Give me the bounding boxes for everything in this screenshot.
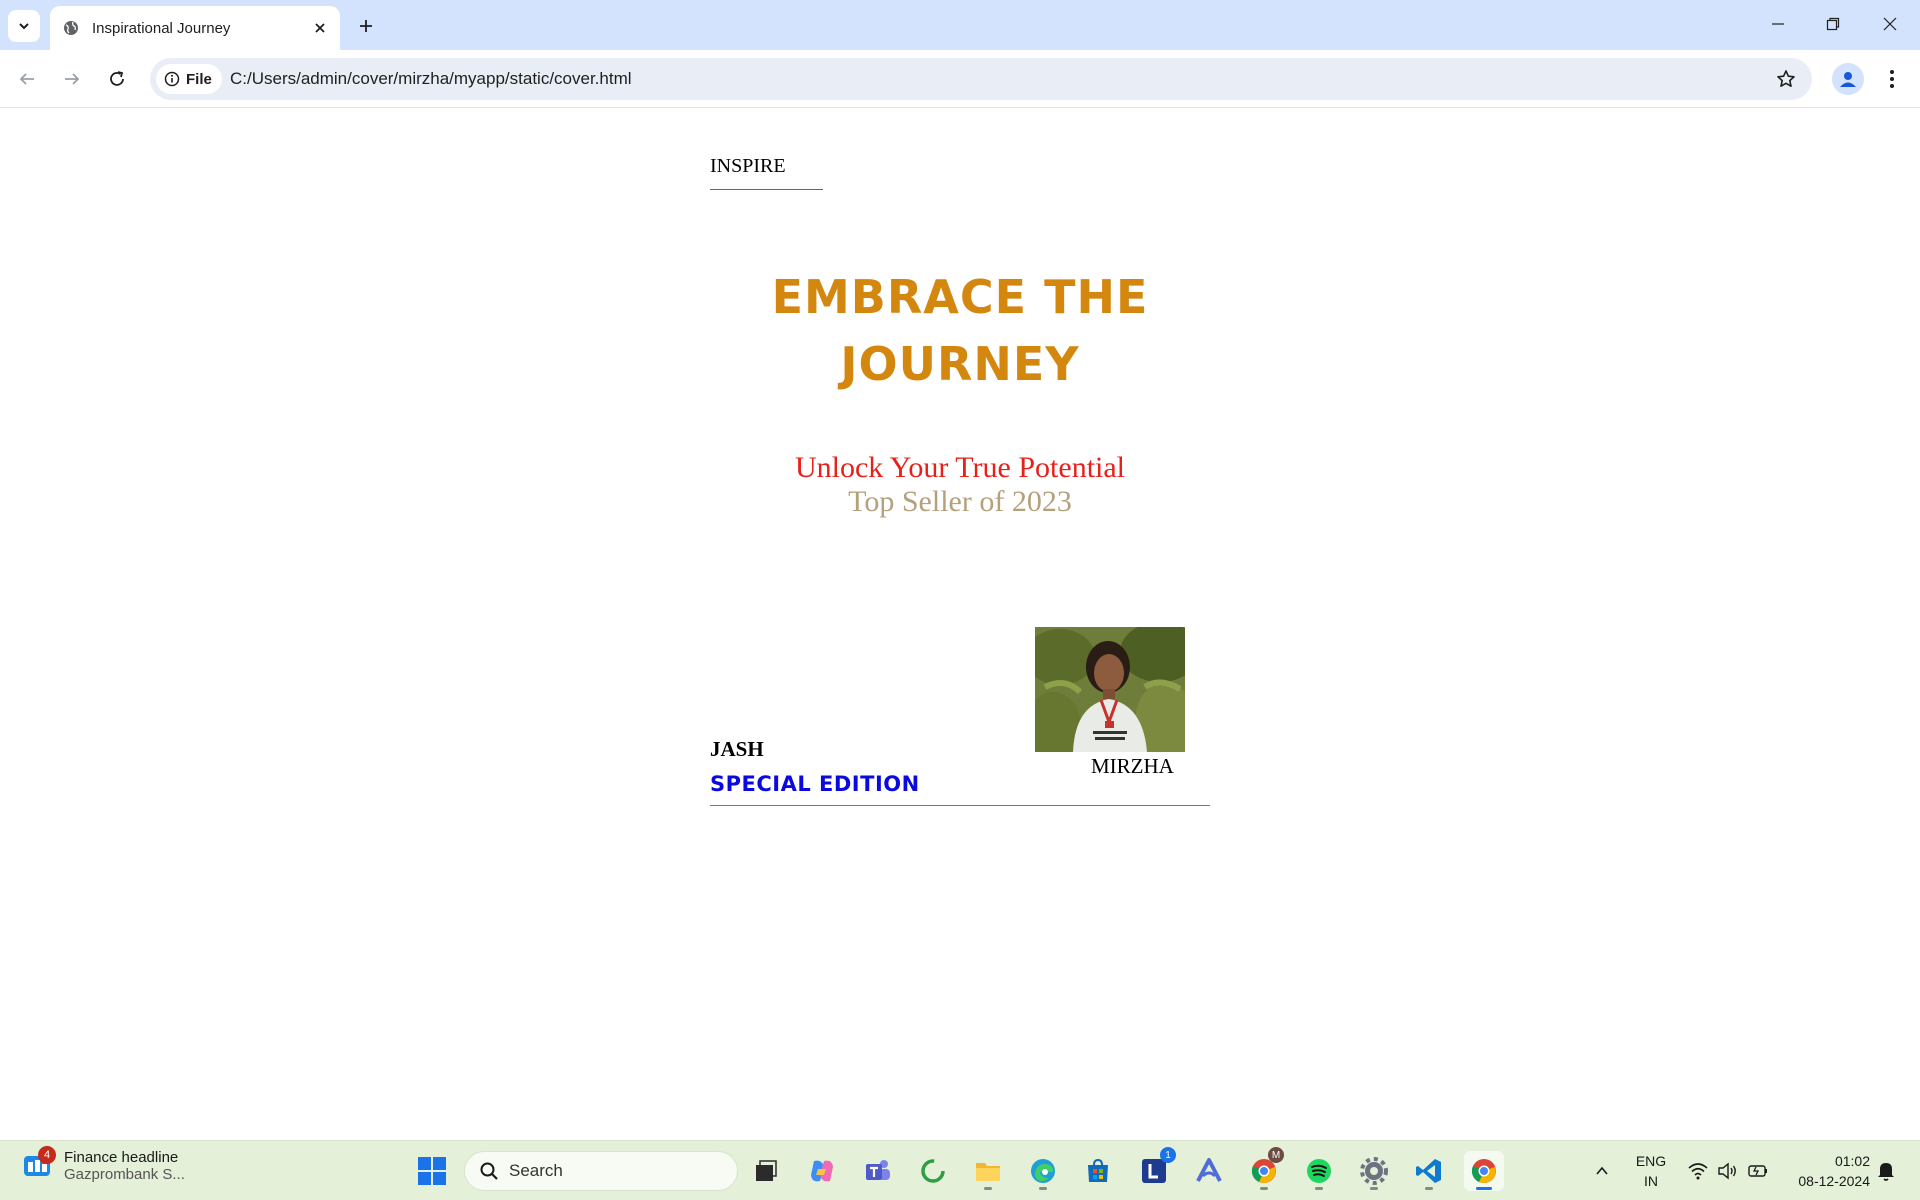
more-menu-icon[interactable] — [1876, 63, 1908, 95]
edition-label: SPECIAL EDITION — [710, 772, 920, 796]
globe-icon — [62, 19, 80, 37]
taskbar-search[interactable]: Search — [464, 1151, 738, 1191]
new-tab-button[interactable] — [352, 12, 380, 40]
arrow-right-icon — [65, 73, 80, 85]
battery-icon — [1748, 1165, 1767, 1177]
lens-icon[interactable]: 1 — [1134, 1147, 1176, 1191]
vscode-icon[interactable] — [1409, 1151, 1449, 1191]
taskbar: 4 Finance headline Gazprombank S... Sear… — [0, 1140, 1920, 1200]
info-icon — [164, 71, 180, 87]
notification-bell-icon[interactable] — [1866, 1151, 1906, 1191]
bookmark-star-icon[interactable] — [1774, 67, 1798, 91]
label-underline — [710, 189, 823, 190]
close-tab-icon[interactable] — [310, 18, 330, 38]
browser-toolbar: File C:/Users/admin/cover/mirzha/myapp/s… — [0, 50, 1920, 108]
clock-time: 01:02 — [1834, 1153, 1870, 1169]
lang-top: ENG — [1635, 1153, 1667, 1169]
publisher-name: JASH — [710, 737, 764, 761]
volume-icon — [1718, 1162, 1736, 1180]
start-button[interactable] — [412, 1151, 452, 1191]
teams-icon[interactable] — [858, 1151, 898, 1191]
lens-badge: 1 — [1160, 1147, 1176, 1163]
show-hidden-icons-button[interactable] — [1582, 1151, 1622, 1191]
minimize-button[interactable] — [1758, 8, 1798, 40]
store-icon[interactable] — [1078, 1151, 1118, 1191]
page-viewport: INSPIRE EMBRACE THE JOURNEY Unlock Your … — [0, 109, 1920, 1140]
news-headline: Finance headline — [64, 1149, 179, 1166]
copilot-icon[interactable] — [802, 1151, 842, 1191]
close-icon — [1883, 17, 1897, 31]
author-photo — [1035, 627, 1185, 752]
chip-label: File — [186, 70, 212, 88]
clock[interactable]: 01:02 08-12-2024 — [1782, 1151, 1870, 1191]
author-name: MIRZHA — [1091, 754, 1174, 778]
url-text[interactable]: C:/Users/admin/cover/mirzha/myapp/static… — [230, 69, 632, 89]
lang-bottom: IN — [1644, 1173, 1658, 1189]
spotify-icon[interactable] — [1299, 1151, 1339, 1191]
cover-label: INSPIRE — [710, 155, 786, 177]
cover-subtitle: Unlock Your True Potential — [794, 451, 1126, 484]
cover-title: EMBRACE THE JOURNEY — [771, 270, 1149, 391]
widgets-icon: 4 — [22, 1146, 56, 1182]
news-subtitle: Gazprombank S... — [64, 1166, 185, 1183]
profile-avatar-icon[interactable] — [1832, 63, 1864, 95]
wifi-icon — [1688, 1163, 1708, 1180]
forward-button[interactable] — [55, 62, 89, 96]
address-bar[interactable]: File C:/Users/admin/cover/mirzha/myapp/s… — [150, 58, 1812, 100]
system-tray-status[interactable] — [1678, 1151, 1778, 1191]
restore-icon — [1826, 17, 1840, 31]
search-icon — [480, 1162, 498, 1180]
tab-active[interactable]: Inspirational Journey — [50, 6, 340, 50]
minimize-icon — [1772, 23, 1784, 25]
tab-title: Inspirational Journey — [92, 19, 231, 37]
cover-divider — [710, 805, 1210, 806]
file-explorer-icon[interactable] — [968, 1151, 1008, 1191]
chevron-down-icon — [19, 23, 29, 30]
arc-icon[interactable] — [1189, 1151, 1229, 1191]
refresh-app-icon[interactable] — [913, 1151, 953, 1191]
close-window-button[interactable] — [1870, 8, 1910, 40]
task-view-icon[interactable] — [746, 1151, 786, 1191]
language-indicator[interactable]: ENG IN — [1628, 1151, 1674, 1191]
windows-icon — [418, 1157, 446, 1185]
restore-button[interactable] — [1813, 8, 1853, 40]
news-badge: 4 — [38, 1146, 56, 1164]
chrome-profile-badge: M — [1268, 1147, 1284, 1163]
tab-search-button[interactable] — [8, 10, 40, 42]
plus-icon — [360, 20, 372, 32]
reload-icon — [110, 71, 124, 86]
site-info-chip[interactable]: File — [156, 64, 222, 94]
settings-icon[interactable] — [1354, 1151, 1394, 1191]
edge-icon[interactable] — [1023, 1151, 1063, 1191]
chrome-profile-icon[interactable]: M — [1244, 1147, 1284, 1191]
news-widget[interactable]: 4 Finance headline Gazprombank S... — [22, 1146, 185, 1183]
arrow-left-icon — [19, 73, 34, 85]
search-placeholder: Search — [509, 1161, 563, 1180]
chrome-icon[interactable] — [1464, 1151, 1504, 1191]
reload-button[interactable] — [100, 62, 134, 96]
chevron-up-icon — [1596, 1166, 1608, 1175]
cover-tagline: Top Seller of 2023 — [848, 485, 1072, 518]
back-button[interactable] — [10, 62, 44, 96]
tab-strip: Inspirational Journey — [0, 0, 1920, 50]
clock-date: 08-12-2024 — [1798, 1173, 1870, 1189]
